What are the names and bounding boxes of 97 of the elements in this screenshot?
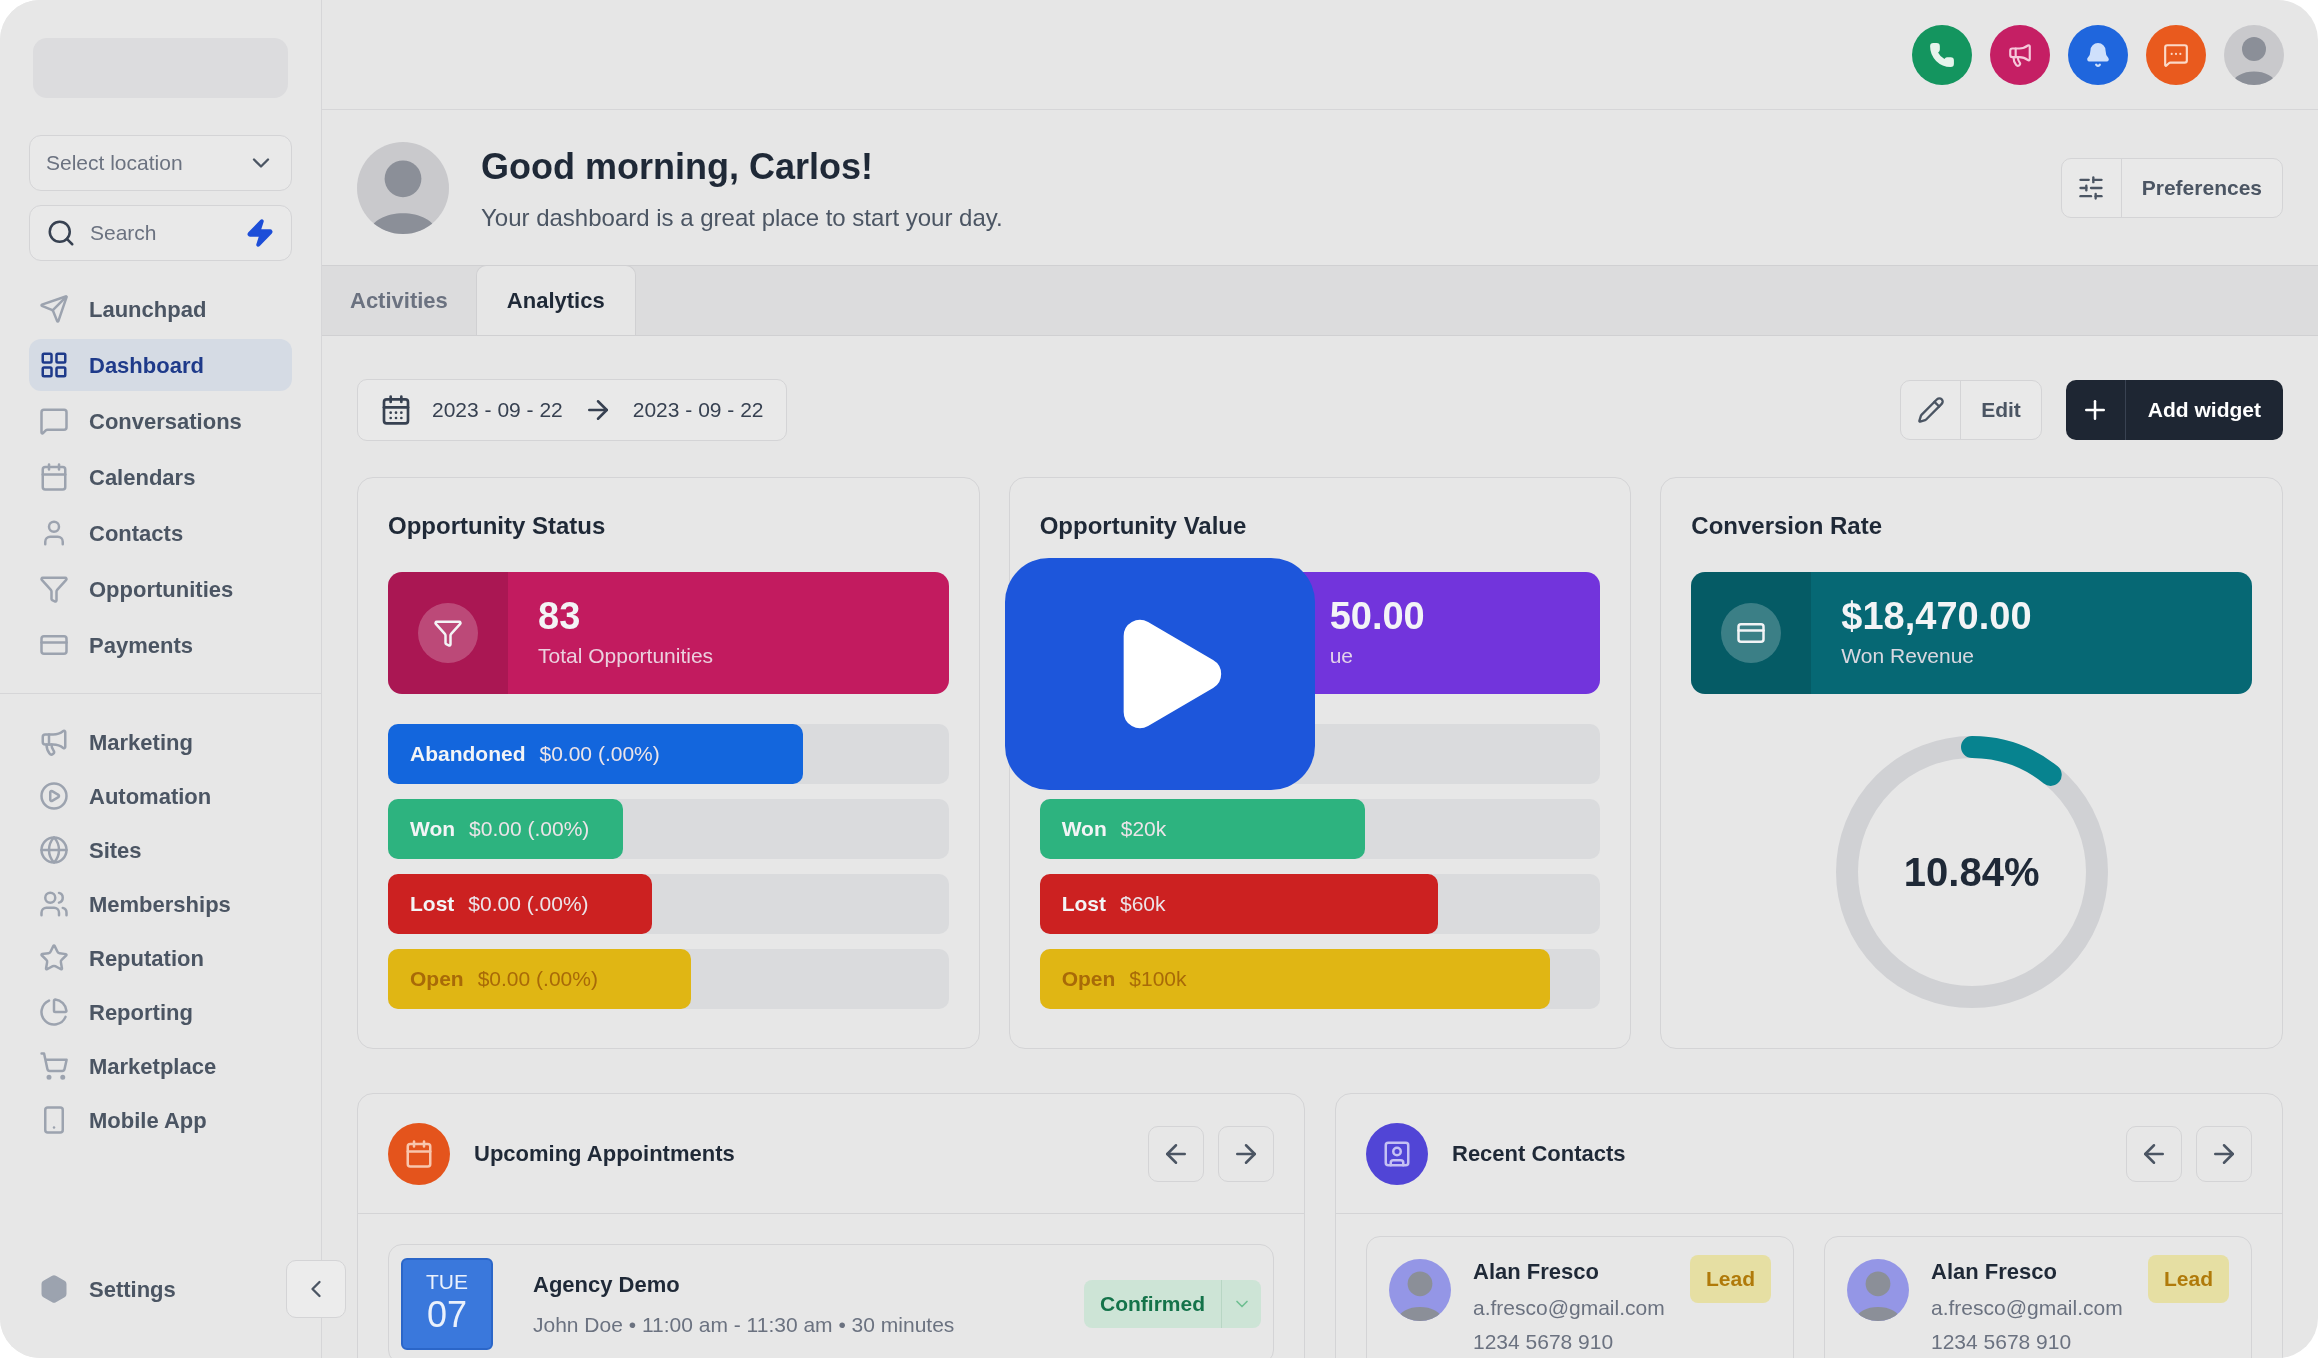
- bar-label: Lost: [410, 891, 455, 918]
- stat-value: 83: [538, 594, 582, 640]
- sidebar-item[interactable]: Payments: [29, 619, 292, 671]
- bar-label: Open: [1061, 966, 1116, 993]
- play-button[interactable]: [1005, 558, 1315, 790]
- chat-icon: [39, 406, 69, 436]
- add-widget-button[interactable]: Add widget: [2065, 380, 2283, 440]
- cart-icon: [39, 1051, 69, 1081]
- bar-label: Open: [410, 966, 464, 993]
- users-icon: [39, 889, 69, 919]
- bar-value: $0.00 (.00%): [477, 966, 598, 993]
- grid-icon: [39, 350, 69, 380]
- date-start: 2023 - 09 - 22: [432, 397, 563, 424]
- lead-tag: Lead: [1690, 1255, 1771, 1303]
- calendar-icon: [380, 394, 412, 426]
- lightning-icon: [245, 218, 275, 248]
- greeting-subtitle: Your dashboard is a great place to start your day.: [481, 202, 1003, 233]
- card-title: Opportunity Status: [388, 512, 606, 539]
- search-icon: [46, 218, 76, 248]
- sliders-icon: [2077, 173, 2106, 202]
- sidebar-item[interactable]: Automation: [29, 770, 292, 822]
- date-end: 2023 - 09 - 22: [632, 397, 764, 424]
- star-icon: [39, 943, 69, 973]
- search-field[interactable]: Search: [29, 205, 292, 261]
- funnel-icon: [39, 574, 69, 604]
- card-title: Upcoming Appointments: [474, 1140, 735, 1168]
- sidebar-item[interactable]: Reputation: [29, 932, 292, 984]
- sidebar-item[interactable]: Launchpad: [29, 283, 292, 335]
- conversion-rate-value: 10.84%: [1903, 849, 2040, 896]
- pencil-icon: [1916, 396, 1945, 424]
- stat-label: Won Revenue: [1841, 643, 1976, 670]
- sidebar-item[interactable]: Conversations: [29, 395, 292, 447]
- sidebar-item[interactable]: Sites: [29, 824, 292, 876]
- stat-value: 50.00: [1329, 594, 1425, 640]
- stat-label: ue: [1329, 643, 1354, 670]
- pie-chart-icon: [39, 997, 69, 1027]
- contact-email: a.fresco@gmail.com: [1473, 1295, 1665, 1321]
- sidebar-item[interactable]: Marketing: [29, 716, 292, 768]
- card-title: Recent Contacts: [1452, 1140, 1626, 1168]
- contact-card[interactable]: Alan Fresco a.fresco@gmail.com 1234 5678 910 Lead: [1366, 1236, 1794, 1358]
- contact-name: Alan Fresco: [1473, 1258, 1600, 1286]
- bell-icon: [2085, 41, 2111, 68]
- tab[interactable]: Activities: [322, 265, 476, 335]
- stat-label: Total Opportunities: [538, 643, 714, 670]
- chat-bubble-icon: [2163, 41, 2189, 68]
- date-range-picker[interactable]: 2023 - 09 - 22 2023 - 09 - 22: [357, 379, 787, 441]
- tab[interactable]: Analytics: [475, 265, 636, 335]
- megaphone-icon: [39, 727, 69, 757]
- location-select[interactable]: Select location: [29, 135, 292, 191]
- settings-item[interactable]: Settings: [29, 1272, 186, 1306]
- card-title: Opportunity Value: [1039, 512, 1247, 539]
- contact-email: a.fresco@gmail.com: [1931, 1295, 2123, 1321]
- sidebar-item[interactable]: Calendars: [29, 451, 292, 503]
- phone-icon: [1929, 41, 1955, 68]
- sidebar-item[interactable]: Reporting: [29, 986, 292, 1038]
- calendar-icon: [39, 462, 69, 492]
- appointment-title: Agency Demo: [533, 1270, 681, 1299]
- bar-label: Won: [1061, 816, 1107, 843]
- sidebar-item[interactable]: Mobile App: [29, 1094, 292, 1146]
- hexagon-icon: [39, 1274, 69, 1304]
- card-title: Conversion Rate: [1691, 511, 1884, 541]
- contact-name: Alan Fresco: [1931, 1258, 2058, 1286]
- bar-value: $0.00 (.00%): [539, 741, 660, 768]
- bar-value: $0.00 (.00%): [468, 891, 589, 918]
- megaphone-icon: [2007, 41, 2033, 68]
- contact-phone: 1234 5678 910: [1931, 1328, 2073, 1355]
- bar-value: $0.00 (.00%): [469, 816, 590, 843]
- next-button[interactable]: [1218, 1125, 1274, 1182]
- search-input[interactable]: Search: [90, 217, 231, 249]
- status-dropdown[interactable]: Confirmed: [1084, 1280, 1261, 1328]
- sidebar-item[interactable]: Contacts: [29, 507, 292, 559]
- bar-label: Abandoned: [410, 741, 526, 768]
- play-circle-icon: [39, 781, 69, 811]
- contact-phone: 1234 5678 910: [1473, 1328, 1615, 1355]
- paper-plane-icon: [39, 294, 69, 324]
- stat-value: $18,470.00: [1841, 594, 2032, 640]
- bar-value: $100k: [1129, 966, 1187, 993]
- globe-icon: [39, 835, 69, 865]
- bar-label: Lost: [1061, 891, 1106, 918]
- greeting-heading: Good morning, Carlos!: [481, 144, 874, 189]
- bar-value: $60k: [1120, 891, 1166, 918]
- date-badge: TUE 07: [401, 1258, 493, 1350]
- lead-tag: Lead: [2148, 1255, 2229, 1303]
- previous-button[interactable]: [1148, 1125, 1204, 1182]
- sidebar-item[interactable]: Marketplace: [29, 1040, 292, 1092]
- bar-label: Won: [410, 816, 456, 843]
- appointment-details: John Doe • 11:00 am - 11:30 am • 30 minutes: [533, 1311, 955, 1338]
- edit-button[interactable]: Edit: [1900, 380, 2042, 440]
- next-button[interactable]: [2196, 1125, 2252, 1182]
- sidebar-item[interactable]: Dashboard: [29, 339, 292, 391]
- contact-card[interactable]: Alan Fresco a.fresco@gmail.com 1234 5678 910 Lead: [1824, 1236, 2252, 1358]
- previous-button[interactable]: [2126, 1125, 2182, 1182]
- funnel-icon: [418, 603, 478, 663]
- bar-value: $20k: [1120, 816, 1167, 843]
- preferences-button[interactable]: Preferences: [2060, 157, 2283, 218]
- sidebar-item[interactable]: Opportunities: [29, 563, 292, 615]
- sidebar-item[interactable]: Memberships: [29, 878, 292, 930]
